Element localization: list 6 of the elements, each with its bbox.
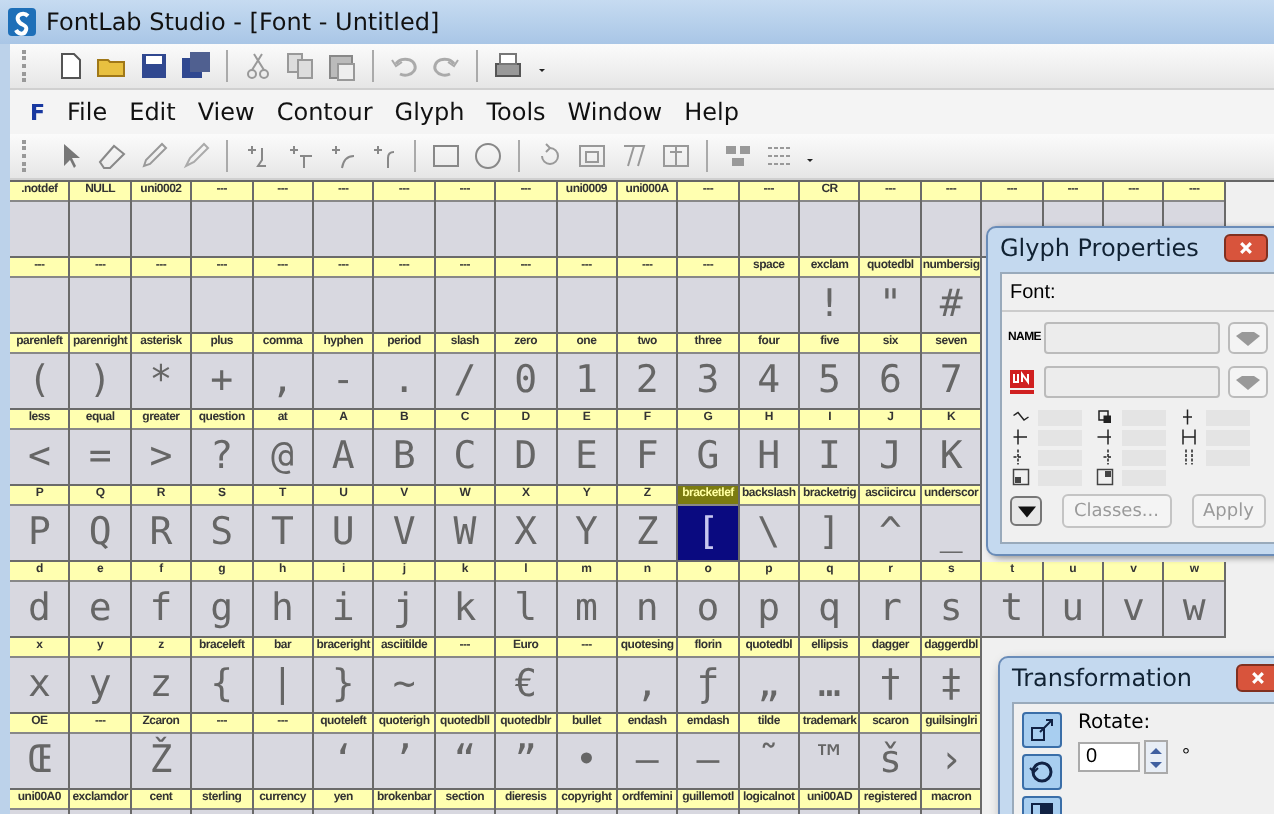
- font-label: Font:: [1010, 281, 1056, 303]
- degree-unit: °: [1182, 746, 1190, 768]
- rotate-label: Rotate:: [1078, 712, 1153, 734]
- panel-title: Glyph Properties: [1000, 234, 1199, 262]
- panel-title: Transformation: [1012, 664, 1193, 692]
- window-title: FontLab Studio - [Font - Untitled]: [46, 8, 440, 36]
